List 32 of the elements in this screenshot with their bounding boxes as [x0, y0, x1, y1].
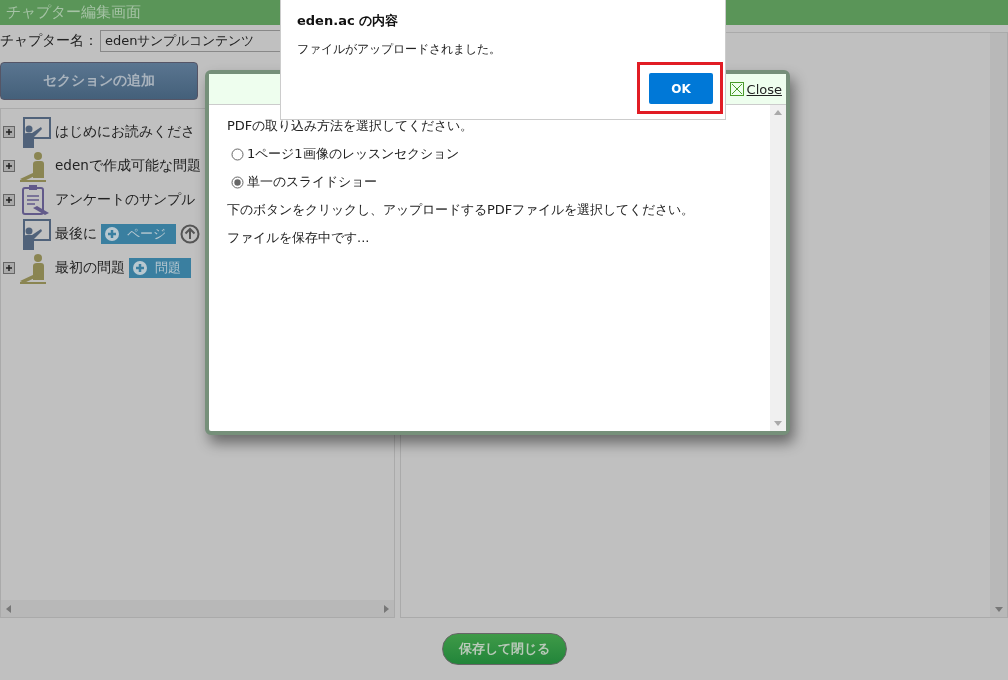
close-icon [729, 82, 744, 96]
radio-button[interactable] [231, 175, 244, 189]
tree-item-label[interactable]: 最初の問題 [55, 259, 125, 277]
tree-item-label[interactable]: はじめにお読みくださ [55, 123, 195, 141]
plus-icon [133, 261, 147, 275]
option-label[interactable]: 1ページ1画像のレッスンセクション [247, 145, 459, 163]
scroll-up-icon[interactable] [774, 109, 782, 117]
instruction-text: 下のボタンをクリックし、アップロードするPDFファイルを選択してください。 [227, 201, 696, 219]
expand-icon[interactable] [3, 194, 15, 206]
scroll-left-icon[interactable] [5, 604, 13, 613]
clipboard-icon [19, 184, 51, 216]
ok-button[interactable]: OK [649, 73, 713, 104]
horizontal-scrollbar[interactable] [1, 600, 394, 617]
tree-item-label[interactable]: 最後に [55, 225, 97, 243]
close-link[interactable]: Close [729, 81, 782, 97]
option-label[interactable]: 単一のスライドショー [247, 173, 377, 191]
tree-item-label[interactable]: edenで作成可能な問題 [55, 157, 201, 175]
vertical-scrollbar[interactable] [990, 33, 1007, 617]
status-text: ファイルを保存中です... [227, 229, 371, 247]
scroll-down-icon[interactable] [774, 419, 782, 427]
prompt-text: PDFの取り込み方法を選択してください。 [227, 117, 475, 135]
chapter-name-label: チャプター名： [0, 32, 98, 50]
alert-message: ファイルがアップロードされました。 [297, 42, 502, 57]
expand-icon[interactable] [3, 262, 15, 274]
expand-icon[interactable] [3, 126, 15, 138]
scroll-down-icon[interactable] [994, 605, 1003, 613]
expand-icon[interactable] [3, 160, 15, 172]
radio-button[interactable] [231, 147, 244, 161]
tree-item-label[interactable]: アンケートのサンプル [55, 191, 195, 209]
vertical-scrollbar[interactable] [770, 105, 786, 431]
plus-icon [105, 227, 119, 241]
scroll-right-icon[interactable] [382, 604, 390, 613]
